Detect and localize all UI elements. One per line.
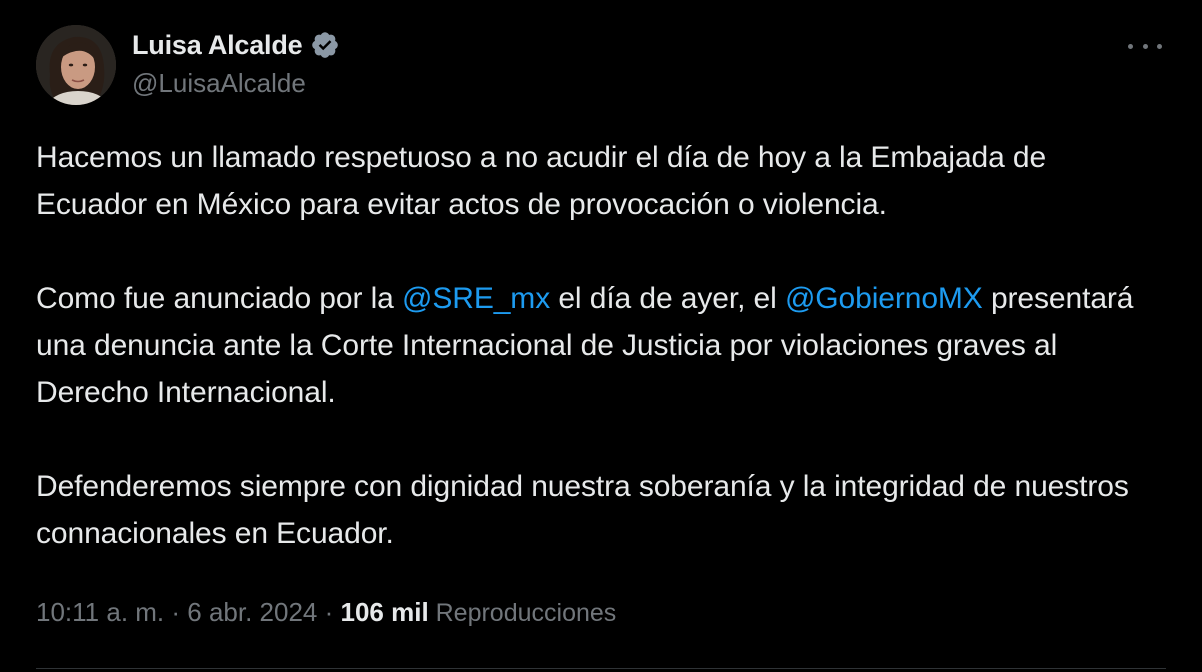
avatar-image <box>36 25 116 105</box>
mention-link-sre[interactable]: @SRE_mx <box>402 282 550 315</box>
tweet-time[interactable]: 10:11 a. m. <box>36 597 164 628</box>
avatar[interactable] <box>36 25 116 105</box>
verified-badge-icon[interactable] <box>310 30 340 60</box>
author-handle[interactable]: @LuisaAlcalde <box>132 68 340 99</box>
author-display-name[interactable]: Luisa Alcalde <box>132 30 303 61</box>
views-count[interactable]: 106 mil <box>341 597 429 628</box>
text-segment: Como fue anunciado por la <box>36 282 402 315</box>
tweet-paragraph-3: Defenderemos siempre con dignidad nuestr… <box>36 470 1129 550</box>
tweet-meta: 10:11 a. m. · 6 abr. 2024 · 106 mil Repr… <box>36 597 616 628</box>
name-row: Luisa Alcalde <box>132 28 340 62</box>
author-block: Luisa Alcalde @LuisaAlcalde <box>132 28 340 99</box>
more-options-icon[interactable] <box>1128 34 1162 58</box>
separator: · <box>317 597 341 627</box>
separator: · <box>164 597 188 627</box>
tweet-paragraph-1: Hacemos un llamado respetuoso a no acudi… <box>36 141 1047 221</box>
text-segment: el día de ayer, el <box>550 282 785 315</box>
divider <box>36 668 1166 669</box>
dot <box>1157 43 1162 49</box>
mention-link-gobierno[interactable]: @GobiernoMX <box>785 282 983 315</box>
views-label: Reproducciones <box>428 599 617 627</box>
dot <box>1128 43 1133 49</box>
tweet-text: Hacemos un llamado respetuoso a no acudi… <box>36 134 1156 557</box>
tweet-card: Luisa Alcalde @LuisaAlcalde Hacemos un l… <box>0 0 1202 672</box>
tweet-paragraph-2: Como fue anunciado por la @SRE_mx el día… <box>36 275 1156 416</box>
tweet-date[interactable]: 6 abr. 2024 <box>187 597 317 628</box>
dot <box>1142 43 1148 49</box>
